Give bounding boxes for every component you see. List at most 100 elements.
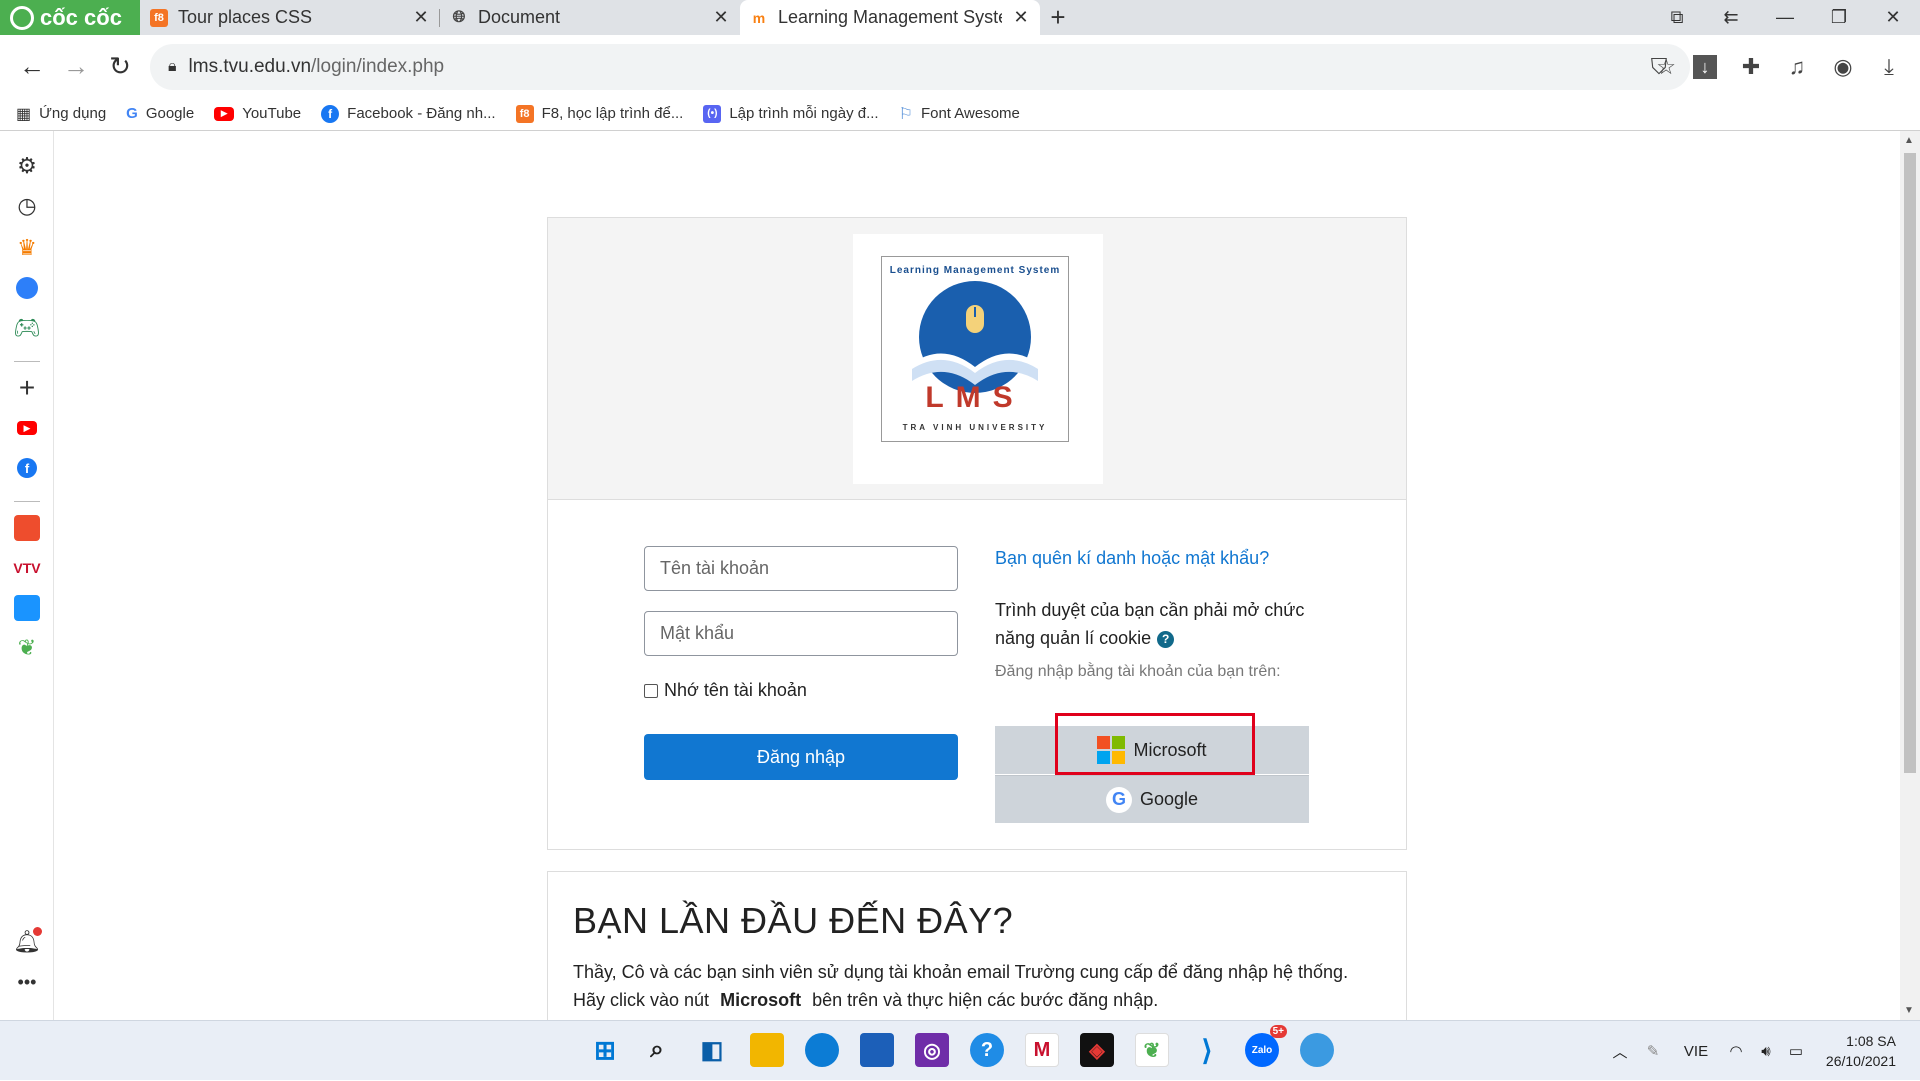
more-options-icon[interactable]: ••• — [12, 967, 42, 997]
tab-strip: cốc cốc f8 Tour places CSS ✕ 🌐︎ Document… — [0, 0, 1920, 35]
sidebar-toggle-icon[interactable]: ⇇ — [1704, 0, 1758, 35]
remember-checkbox[interactable] — [644, 683, 658, 698]
reload-button[interactable]: ↻ — [98, 44, 142, 88]
coccoc-extension-icon[interactable]: ❦ — [12, 633, 42, 663]
file-explorer-icon[interactable] — [750, 1033, 784, 1067]
language-indicator[interactable]: VIE — [1671, 1043, 1721, 1060]
chevron-up-icon[interactable]: ︿ — [1605, 1041, 1635, 1062]
task-view-icon[interactable]: ◧ — [695, 1033, 729, 1067]
line2-post: bên trên và thực hiện các bước đăng nhập… — [812, 990, 1159, 1010]
profile-icon[interactable]: ◉ — [1820, 44, 1866, 90]
close-icon[interactable]: ✕ — [712, 7, 730, 28]
window-controls: ⧉ ⇇ — ❐ ✕ — [1650, 0, 1920, 35]
remember-username[interactable]: Nhớ tên tài khoản — [644, 680, 807, 701]
coccoc-menu-button[interactable]: cốc cốc — [0, 0, 140, 35]
bookmark-fontawesome[interactable]: ⚐ Font Awesome — [899, 104, 1020, 124]
garena-icon[interactable]: ◈ — [1080, 1033, 1114, 1067]
playlist-icon[interactable]: ♫ — [1774, 44, 1820, 90]
tab-lms[interactable]: m Learning Management Syste ✕ — [740, 0, 1040, 35]
google-label: Google — [1139, 789, 1199, 809]
scrollbar-thumb[interactable] — [1904, 153, 1916, 773]
vtv-icon[interactable]: VTV — [12, 553, 42, 583]
zalo-icon[interactable]: Zalo 5+ — [1245, 1025, 1287, 1067]
bookmark-f8[interactable]: f8 F8, học lập trình để... — [515, 104, 683, 123]
bookmark-label: Font Awesome — [920, 105, 1020, 122]
shopee-icon[interactable] — [12, 513, 42, 543]
bookmark-laptrinh[interactable]: (•) Lập trình mỗi ngày đ... — [703, 104, 879, 123]
logo-bottom-text: TRA VINH UNIVERSITY — [902, 423, 1048, 432]
bookmark-google[interactable]: G Google — [126, 105, 194, 122]
app-purple-icon[interactable]: ◎ — [915, 1033, 949, 1067]
shield-icon[interactable]: ⛉ — [1636, 44, 1682, 90]
microsoft-store-icon[interactable] — [860, 1033, 894, 1067]
password-input[interactable]: Mật khẩu — [644, 611, 958, 656]
gamepad-icon[interactable]: 🎮︎ — [12, 313, 42, 343]
maximize-button[interactable]: ❐ — [1812, 0, 1866, 35]
username-input[interactable]: Tên tài khoản — [644, 546, 958, 591]
facebook-rail-icon[interactable]: f — [12, 453, 42, 483]
messenger-icon[interactable] — [12, 273, 42, 303]
pen-icon[interactable]: ✎ — [1635, 1042, 1671, 1060]
battery-icon[interactable]: ▭ — [1781, 1042, 1811, 1060]
page-scrollbar[interactable]: ▲ ▼ — [1900, 131, 1920, 1020]
close-window-button[interactable]: ✕ — [1866, 0, 1920, 35]
wifi-icon[interactable]: ◠ — [1721, 1042, 1751, 1060]
discord-icon: (•) — [703, 104, 722, 123]
tab-tour-places[interactable]: f8 Tour places CSS ✕ — [140, 0, 440, 35]
search-tabs-icon[interactable]: ⧉ — [1650, 0, 1704, 35]
lock-icon[interactable]: 🔒︎ — [168, 58, 177, 76]
extension-icons: ⛉ ↓ ✚ ♫ ◉ ⤓ — [1636, 44, 1920, 90]
logo-top-text: Learning Management System — [889, 265, 1061, 276]
vscode-icon[interactable]: ⟩ — [1190, 1033, 1224, 1067]
bookmark-youtube[interactable]: ▶ YouTube — [214, 105, 301, 122]
f8-icon: f8 — [515, 104, 534, 123]
google-login-button[interactable]: G Google — [995, 775, 1309, 823]
url-path: /login/index.php — [311, 56, 445, 77]
globe-icon: 🌐︎ — [452, 8, 466, 26]
close-icon[interactable]: ✕ — [1012, 7, 1030, 28]
notification-bell-icon[interactable]: 🔔︎ — [12, 927, 42, 957]
tab-document[interactable]: 🌐︎ Document ✕ — [440, 0, 740, 35]
youtube-rail-icon[interactable]: ▶ — [12, 413, 42, 443]
bookmark-facebook[interactable]: f Facebook - Đăng nh... — [321, 104, 496, 123]
minimize-button[interactable]: — — [1758, 0, 1812, 35]
settings-gear-icon[interactable]: ⚙ — [12, 151, 42, 181]
help-app-icon[interactable]: ? — [970, 1033, 1004, 1067]
close-icon[interactable]: ✕ — [412, 7, 430, 28]
browser-toolbar: ← → ↻ 🔒︎ lms.tvu.edu.vn/login/index.php … — [0, 35, 1920, 97]
puzzle-extensions-icon[interactable]: ✚ — [1728, 44, 1774, 90]
google-icon: G — [126, 105, 138, 122]
help-icon[interactable]: ? — [1157, 630, 1175, 648]
downloads-icon[interactable]: ⤓ — [1866, 44, 1912, 90]
clock[interactable]: 1:08 SA 26/10/2021 — [1826, 1031, 1896, 1071]
logo-main-text: LMS — [925, 381, 1025, 414]
login-button[interactable]: Đăng nhập — [644, 734, 958, 780]
sidebar-rail: ⚙ ◷ ♛ 🎮︎ + ▶ f VTV ❦ 🔔︎ ••• — [0, 131, 54, 1020]
volume-icon[interactable]: 🔊︎ — [1751, 1043, 1781, 1060]
edge-icon[interactable] — [805, 1033, 839, 1067]
mcafee-icon[interactable]: M — [1025, 1033, 1059, 1067]
add-icon[interactable]: + — [12, 372, 42, 403]
crown-icon[interactable]: ♛ — [12, 233, 42, 263]
download-extension-icon[interactable]: ↓ — [1682, 44, 1728, 90]
sso-label: Đăng nhập bằng tài khoản của bạn trên: — [995, 663, 1281, 680]
new-tab-button[interactable]: + — [1040, 0, 1076, 35]
tiki-icon[interactable] — [12, 593, 42, 623]
line2-pre: Hãy click vào nút — [573, 990, 710, 1010]
scroll-down-arrow-icon[interactable]: ▼ — [1904, 1005, 1914, 1016]
bookmarks-bar: ▦ Ứng dụng G Google ▶ YouTube f Facebook - Đ… — [0, 97, 1920, 131]
history-icon[interactable]: ◷ — [12, 191, 42, 221]
globe-app-icon[interactable] — [1300, 1033, 1334, 1067]
coccoc-taskbar-icon[interactable]: ❦ — [1135, 1033, 1169, 1067]
back-button[interactable]: ← — [10, 44, 54, 88]
search-icon[interactable]: ⌕ — [640, 1033, 674, 1067]
forgot-password-link[interactable]: Bạn quên kí danh hoặc mật khẩu? — [995, 548, 1269, 569]
bookmark-apps[interactable]: ▦ Ứng dụng — [16, 104, 106, 124]
forward-button[interactable]: → — [54, 44, 98, 88]
first-time-card: BẠN LẦN ĐẦU ĐẾN ĐÂY? Thầy, Cô và các bạn… — [547, 871, 1407, 1020]
address-bar[interactable]: 🔒︎ lms.tvu.edu.vn/login/index.php ☆ — [150, 44, 1690, 90]
scroll-up-arrow-icon[interactable]: ▲ — [1904, 135, 1914, 146]
windows-start-icon[interactable]: ⊞ — [588, 1033, 622, 1067]
tab-title: Document — [478, 7, 561, 27]
system-tray: ︿ ✎ VIE ◠ 🔊︎ ▭ — [1605, 1021, 1811, 1081]
